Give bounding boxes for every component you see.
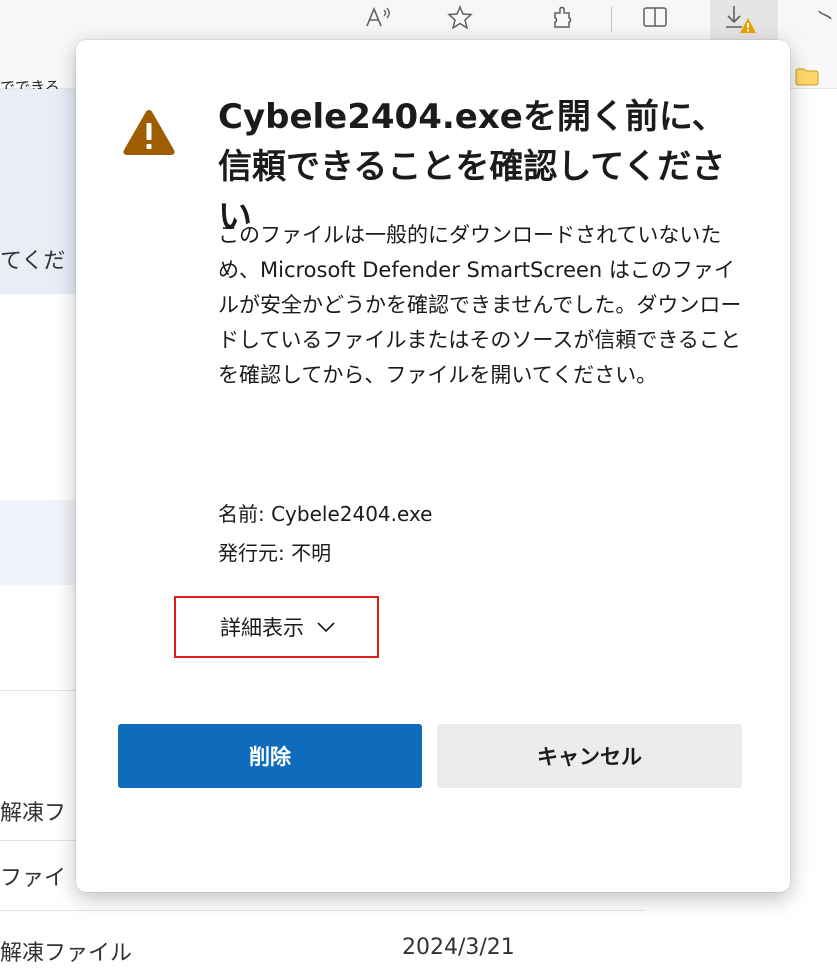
- table-cell-filetype: 解凍ファイル: [0, 941, 133, 966]
- table-cell-date: 2024/3/21: [402, 935, 515, 960]
- favorite-star-icon[interactable]: [440, 0, 480, 34]
- table-cell-filetype: 解凍フ: [0, 801, 67, 826]
- read-aloud-icon[interactable]: [358, 0, 398, 34]
- browser-toolbar: [0, 0, 837, 40]
- warning-triangle-icon: [123, 110, 175, 155]
- downloads-button[interactable]: [710, 0, 778, 40]
- page-text-fragment: てくだ: [0, 249, 66, 274]
- table-divider: [0, 910, 645, 911]
- folder-icon[interactable]: [795, 68, 819, 86]
- chevron-down-icon: [317, 622, 335, 633]
- file-name-line: 名前: Cybele2404.exe: [218, 502, 433, 526]
- publisher-line: 発行元: 不明: [218, 541, 332, 565]
- extensions-icon[interactable]: [543, 0, 583, 34]
- split-screen-icon[interactable]: [635, 0, 675, 34]
- cancel-button[interactable]: キャンセル: [437, 724, 742, 788]
- dialog-message: このファイルは一般的にダウンロードされていないため、Microsoft Defe…: [218, 223, 742, 387]
- delete-button[interactable]: 削除: [118, 724, 422, 788]
- downloads-warning-icon: [726, 6, 756, 33]
- table-cell-filetype: ファイ: [0, 866, 67, 891]
- smartscreen-dialog: Cybele2404.exeを開く前に、信頼できることを確認してください このフ…: [76, 40, 790, 892]
- toolbar-separator: [611, 6, 612, 32]
- show-details-toggle[interactable]: 詳細表示: [174, 596, 379, 658]
- more-icon[interactable]: [812, 0, 837, 34]
- show-details-label: 詳細表示: [220, 616, 304, 640]
